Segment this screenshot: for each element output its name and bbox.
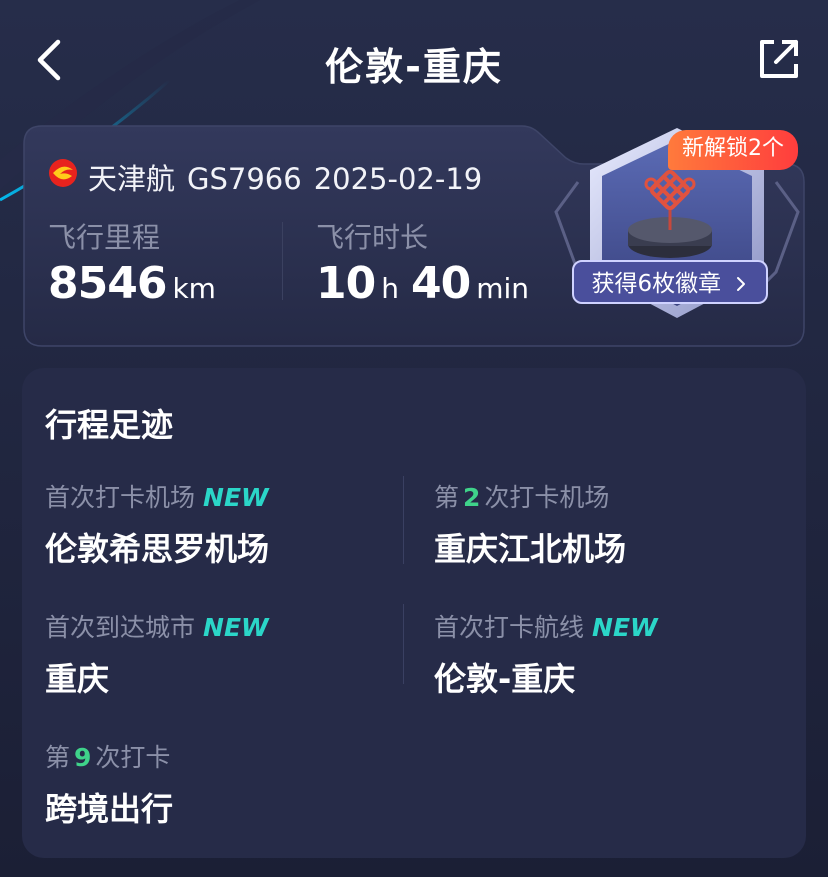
chevron-right-icon xyxy=(737,277,746,291)
first-route-label-text: 首次打卡航线 xyxy=(434,613,585,642)
page-title: 伦敦-重庆 xyxy=(325,45,503,89)
distance-label: 飞行里程 xyxy=(48,221,161,254)
count-number: 9 xyxy=(74,743,92,772)
duration-hours-unit: h xyxy=(381,272,399,305)
count-prefix: 第 xyxy=(434,483,460,512)
count-number: 2 xyxy=(463,483,481,512)
stat-divider xyxy=(282,222,283,300)
count-suffix: 次打卡机场 xyxy=(484,483,610,512)
airline-logo-icon xyxy=(49,159,77,187)
new-mark: NEW xyxy=(203,613,269,642)
trip-footprint-title: 行程足迹 xyxy=(45,406,174,444)
airline-name: 天津航 xyxy=(88,162,176,196)
new-mark: NEW xyxy=(592,613,658,642)
first-city-label: 首次到达城市 NEW xyxy=(45,608,269,644)
duration-label: 飞行时长 xyxy=(316,221,429,254)
share-button[interactable] xyxy=(756,36,802,82)
count-suffix: 次打卡 xyxy=(95,743,171,772)
duration-value: 10 h 40 min xyxy=(316,258,541,309)
share-icon xyxy=(760,40,798,78)
new-mark: NEW xyxy=(203,483,269,512)
top-bar: 伦敦-重庆 xyxy=(0,0,828,120)
first-route-value: 伦敦-重庆 xyxy=(434,660,576,698)
badges-button-label: 获得6枚徽章 xyxy=(591,271,722,297)
flight-number: GS7966 xyxy=(187,162,302,196)
duration-minutes: 40 xyxy=(410,258,471,309)
first-airport-label: 首次打卡机场 NEW xyxy=(45,478,269,514)
badges-button[interactable]: 获得6枚徽章 xyxy=(572,260,768,304)
item-divider xyxy=(403,476,404,564)
first-airport-label-text: 首次打卡机场 xyxy=(45,483,196,512)
first-city-value: 重庆 xyxy=(45,660,110,698)
checkin-count-value: 跨境出行 xyxy=(45,790,174,828)
flight-info-line: 天津航 GS7966 2025-02-19 xyxy=(88,156,482,198)
distance-number: 8546 xyxy=(48,258,167,309)
flight-date: 2025-02-19 xyxy=(313,162,483,196)
airport-count-value: 重庆江北机场 xyxy=(434,530,627,568)
airport-count-label: 第 2 次打卡机场 xyxy=(434,478,609,514)
duration-minutes-unit: min xyxy=(476,272,530,305)
count-prefix: 第 xyxy=(45,743,71,772)
first-airport-value: 伦敦希思罗机场 xyxy=(45,530,270,568)
distance-value: 8546 km xyxy=(48,258,228,309)
duration-hours: 10 xyxy=(316,258,376,309)
distance-unit: km xyxy=(172,272,216,305)
first-route-label: 首次打卡航线 NEW xyxy=(434,608,658,644)
new-unlock-tag: 新解锁2个 xyxy=(668,130,798,170)
checkin-count-label: 第 9 次打卡 xyxy=(45,738,170,774)
item-divider xyxy=(403,604,404,684)
first-city-label-text: 首次到达城市 xyxy=(45,613,196,642)
